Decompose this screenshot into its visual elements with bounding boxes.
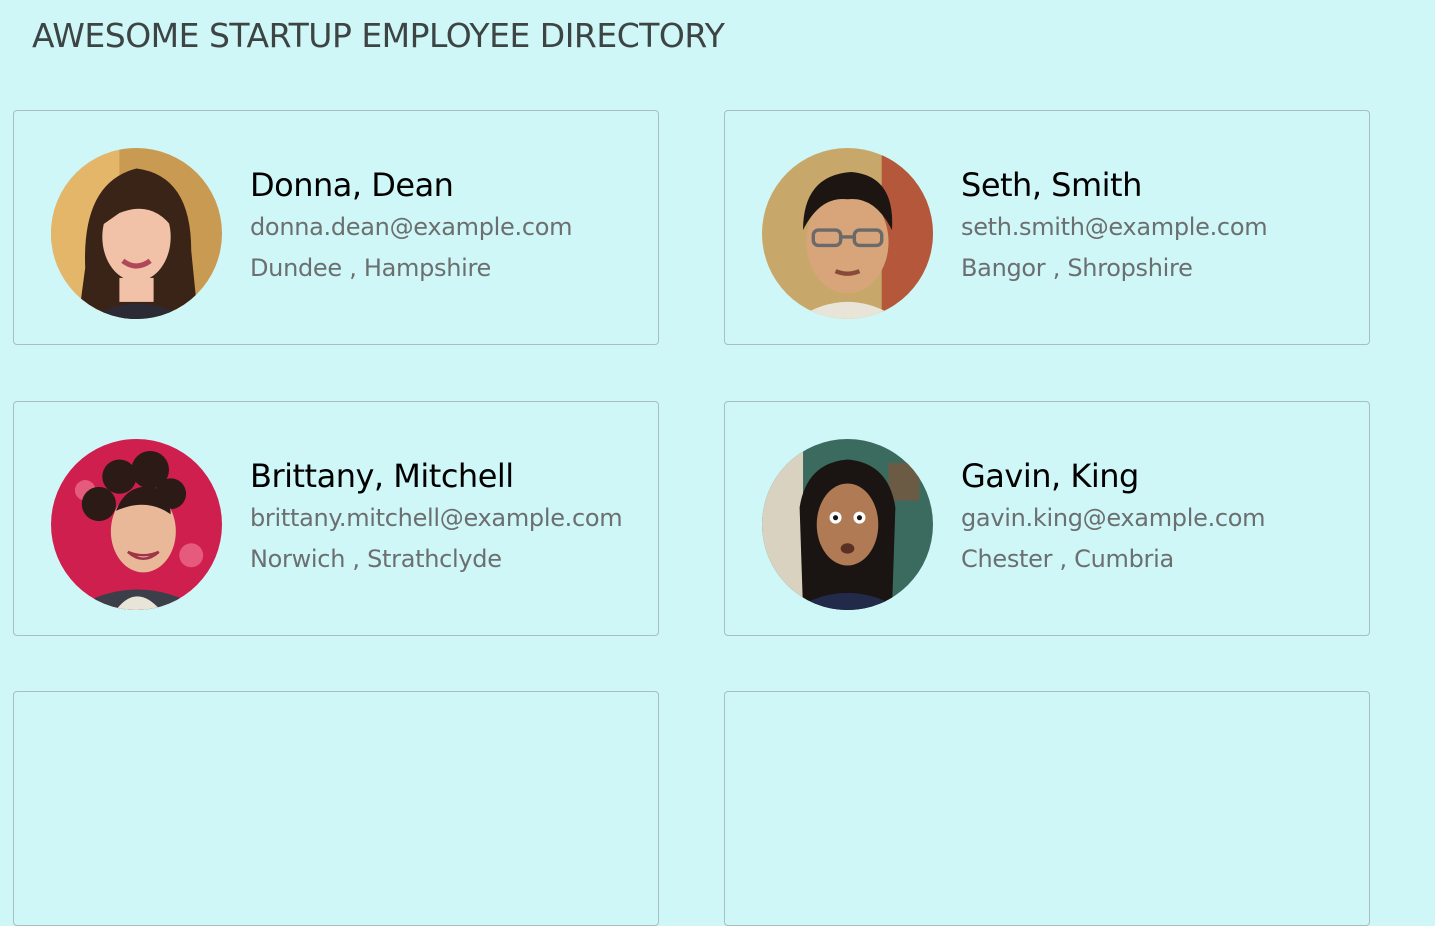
employee-name: Gavin, King [961, 457, 1139, 495]
employee-card[interactable] [13, 691, 659, 926]
page-title: AWESOME STARTUP EMPLOYEE DIRECTORY [32, 16, 725, 55]
employee-card[interactable]: Gavin, King gavin.king@example.com Chest… [724, 401, 1370, 636]
portrait-woman-curly-icon [51, 439, 222, 610]
employee-location: Chester , Cumbria [961, 545, 1174, 573]
employee-card[interactable]: Donna, Dean donna.dean@example.com Dunde… [13, 110, 659, 345]
portrait-man-glasses-icon [762, 148, 933, 319]
employee-name: Brittany, Mitchell [250, 457, 514, 495]
employee-card[interactable]: Brittany, Mitchell brittany.mitchell@exa… [13, 401, 659, 636]
employee-card[interactable] [724, 691, 1370, 926]
employee-email: brittany.mitchell@example.com [250, 504, 623, 532]
employee-email: gavin.king@example.com [961, 504, 1266, 532]
employee-location: Dundee , Hampshire [250, 254, 492, 282]
portrait-man-dreadlocks-icon [762, 439, 933, 610]
employee-card[interactable]: Seth, Smith seth.smith@example.com Bango… [724, 110, 1370, 345]
employee-email: seth.smith@example.com [961, 213, 1268, 241]
employee-location: Bangor , Shropshire [961, 254, 1193, 282]
employee-email: donna.dean@example.com [250, 213, 573, 241]
portrait-woman-icon [51, 148, 222, 319]
employee-name: Seth, Smith [961, 166, 1142, 204]
employee-name: Donna, Dean [250, 166, 454, 204]
employee-location: Norwich , Strathclyde [250, 545, 502, 573]
